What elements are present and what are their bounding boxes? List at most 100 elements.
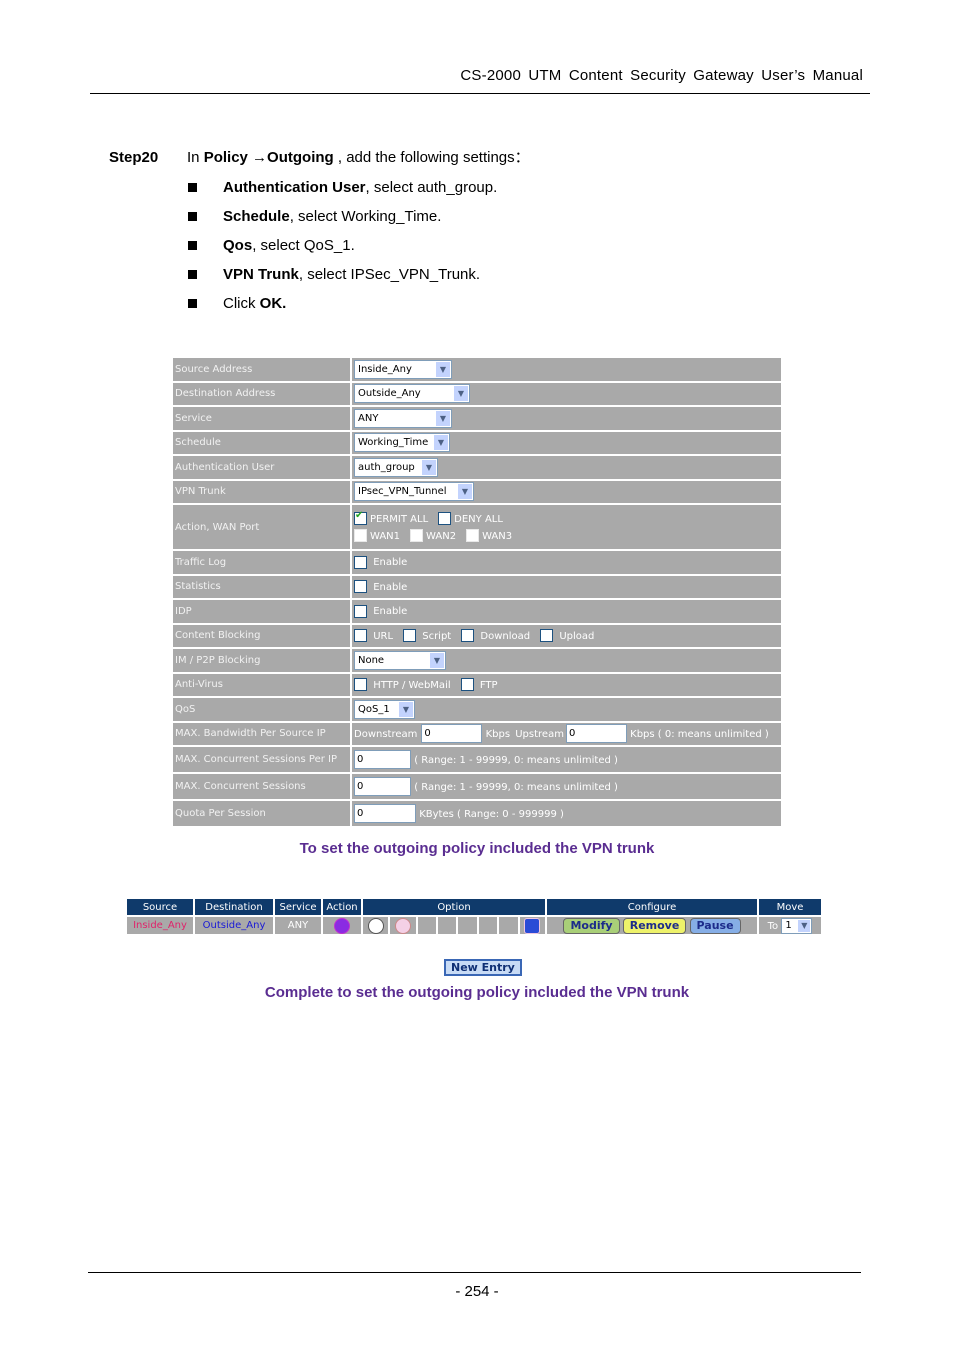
col-source: Source <box>125 897 195 917</box>
row-source-address: Source Address Inside_Any ▼ <box>171 356 783 383</box>
auth-user-key-icon[interactable] <box>394 917 411 934</box>
option-label: HTTP / WebMail <box>373 679 451 691</box>
item-text: , select Working_Time. <box>289 208 442 225</box>
sessions-input[interactable]: 0 <box>354 777 411 796</box>
destination-address-select[interactable]: Outside_Any ▼ <box>354 384 470 404</box>
select-value: IPsec_VPN_Tunnel <box>358 486 447 498</box>
sessions-per-ip-input[interactable]: 0 <box>354 750 411 769</box>
select-value: Outside_Any <box>358 388 421 400</box>
option-label: Enable <box>373 581 408 593</box>
note: ( Range: 1 - 99999, 0: means unlimited ) <box>414 781 618 793</box>
list-item: VPN Trunk, select IPSec_VPN_Trunk. <box>187 266 497 295</box>
vpn-trunk-icon[interactable] <box>524 917 541 934</box>
url-checkbox[interactable] <box>354 629 367 643</box>
option-empty <box>476 915 500 936</box>
vpn-trunk-select[interactable]: IPsec_VPN_Tunnel ▼ <box>354 482 474 502</box>
downstream-input[interactable]: 0 <box>421 724 483 744</box>
option-label: Enable <box>373 606 408 618</box>
note: Kbps ( 0: means unlimited ) <box>630 728 769 740</box>
qos-select[interactable]: QoS_1 ▼ <box>354 699 415 719</box>
label: Authentication User <box>171 454 352 481</box>
step-label: Step20 <box>109 149 159 166</box>
schedule-clock-icon[interactable] <box>367 917 384 934</box>
wan3-checkbox[interactable] <box>466 529 480 542</box>
label: Action, WAN Port <box>171 503 352 551</box>
list-item: Qos, select QoS_1. <box>187 237 497 266</box>
wan1-checkbox[interactable] <box>354 529 367 542</box>
item-text: , select auth_group. <box>365 179 498 196</box>
auth-user-select[interactable]: auth_group ▼ <box>354 457 438 477</box>
upload-checkbox[interactable] <box>540 629 554 643</box>
schedule-select[interactable]: Working_Time ▼ <box>354 433 450 453</box>
manual-header-title: CS-2000 UTM Content Security Gateway Use… <box>460 67 863 84</box>
label: QoS <box>171 696 352 723</box>
traffic-log-checkbox[interactable] <box>354 555 367 569</box>
ftp-checkbox[interactable] <box>460 678 474 692</box>
settings-list: Authentication User, select auth_group. … <box>187 179 497 324</box>
option-label: FTP <box>479 679 498 691</box>
item-bold: VPN Trunk <box>223 266 299 283</box>
wan2-checkbox[interactable] <box>410 529 424 542</box>
label: Service <box>171 405 352 432</box>
item-text: , select IPSec_VPN_Trunk. <box>298 266 481 283</box>
row-qos: QoS QoS_1 ▼ <box>171 696 783 723</box>
chevron-down-icon: ▼ <box>436 361 450 377</box>
col-configure: Configure <box>545 897 759 917</box>
col-action: Action <box>321 897 363 917</box>
new-entry-button[interactable]: New Entry <box>444 959 522 976</box>
select-value: ANY <box>358 412 379 424</box>
option-label: Kbps <box>485 728 511 740</box>
select-value: Inside_Any <box>358 363 412 375</box>
item-text: Click <box>223 295 260 312</box>
chevron-down-icon: ▼ <box>430 652 444 668</box>
option-empty <box>497 915 520 936</box>
label: IM / P2P Blocking <box>171 647 352 674</box>
header-divider <box>90 93 870 94</box>
option-empty <box>415 915 438 936</box>
option-empty <box>456 915 479 936</box>
select-value: QoS_1 <box>358 703 390 715</box>
modify-button[interactable]: Modify <box>563 917 620 934</box>
deny-all-checkbox[interactable] <box>438 512 452 525</box>
remove-button[interactable]: Remove <box>622 917 687 934</box>
quota-input[interactable]: 0 <box>354 804 416 823</box>
row-vpn-trunk: VPN Trunk IPsec_VPN_Tunnel ▼ <box>171 478 783 505</box>
service-select[interactable]: ANY ▼ <box>354 408 452 428</box>
im-p2p-select[interactable]: None ▼ <box>354 650 446 670</box>
idp-checkbox[interactable] <box>354 604 367 618</box>
step-instruction: Step20 In Policy →Outgoing , add the foll… <box>109 146 530 167</box>
cell-destination: Outside_Any <box>193 915 275 936</box>
row-auth-user: Authentication User auth_group ▼ <box>171 454 783 481</box>
chevron-down-icon: ▼ <box>454 386 468 402</box>
col-service: Service <box>273 897 323 917</box>
chevron-down-icon: ▼ <box>422 459 436 475</box>
item-bold: Authentication User <box>223 179 366 196</box>
policy-table: Source Destination Service Action Option… <box>125 897 823 936</box>
option-label: WAN3 <box>482 530 513 542</box>
label: Source Address <box>171 356 352 383</box>
figure-caption: Complete to set the outgoing policy incl… <box>264 984 690 1001</box>
row-anti-virus: Anti-Virus HTTP / WebMail FTP <box>171 671 783 698</box>
row-sessions: MAX. Concurrent Sessions 0 ( Range: 1 - 9… <box>171 772 783 801</box>
move-position-select[interactable]: 1 ▼ <box>781 917 813 934</box>
pause-button[interactable]: Pause <box>689 917 741 934</box>
label: Destination Address <box>171 380 352 407</box>
intro-suffix: , add the following settings： <box>333 149 530 166</box>
download-checkbox[interactable] <box>461 629 475 643</box>
select-value: None <box>358 654 385 666</box>
chevron-down-icon: ▼ <box>434 435 448 451</box>
source-address-select[interactable]: Inside_Any ▼ <box>354 359 452 379</box>
row-bandwidth: MAX. Bandwidth Per Source IP Downstream 0 … <box>171 720 783 747</box>
list-item: Schedule, select Working_Time. <box>187 208 497 237</box>
upstream-input[interactable]: 0 <box>565 724 627 744</box>
table-header: Source Destination Service Action Option… <box>125 897 823 917</box>
vpn-icon[interactable] <box>334 917 350 934</box>
statistics-checkbox[interactable] <box>354 580 367 594</box>
intro-path: Policy →Outgoing <box>203 149 334 166</box>
http-webmail-checkbox[interactable] <box>354 678 367 692</box>
chevron-down-icon: ▼ <box>458 484 472 500</box>
permit-all-checkbox[interactable] <box>354 510 367 525</box>
page-number: - 254 - <box>455 1283 499 1300</box>
script-checkbox[interactable] <box>403 629 417 643</box>
row-quota: Quota Per Session 0 KBytes ( Range: 0 - 9… <box>171 799 783 828</box>
